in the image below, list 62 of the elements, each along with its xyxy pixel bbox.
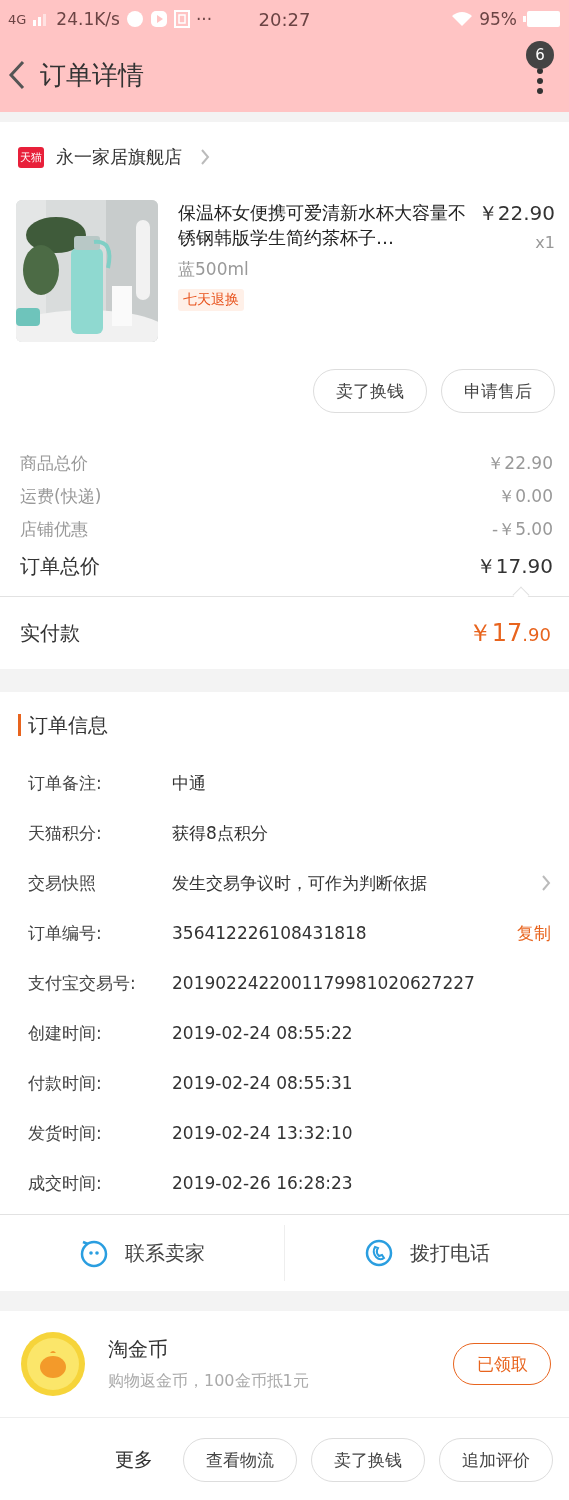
price-label: 商品总价: [20, 452, 88, 475]
price-value: ￥17.90: [475, 552, 553, 580]
info-value: 中通: [172, 772, 207, 794]
store-badge: 天猫: [18, 146, 44, 168]
back-icon[interactable]: [8, 60, 26, 90]
info-value: 2019-02-26 16:28:23: [172, 1172, 354, 1194]
battery-icon: [523, 10, 561, 28]
info-value: 2019022422001179981020627227: [172, 972, 476, 994]
info-value: 2019-02-24 08:55:31: [172, 1072, 354, 1094]
coin-icon: [20, 1331, 86, 1397]
info-label: 天猫积分:: [28, 821, 103, 845]
action-button[interactable]: 追加评价: [439, 1438, 553, 1482]
action-button[interactable]: 卖了换钱: [311, 1438, 425, 1482]
info-label: 成交时间:: [28, 1171, 103, 1195]
price-value: -￥5.00: [492, 518, 553, 541]
action-button[interactable]: 申请售后: [441, 369, 555, 413]
info-label: 订单编号:: [28, 921, 103, 945]
more-menu-icon[interactable]: [536, 67, 544, 95]
contact-button[interactable]: 联系卖家: [125, 1239, 205, 1267]
phone-icon: [364, 1238, 394, 1268]
page-title: 订单详情: [40, 58, 145, 92]
network-label: 4G: [8, 11, 27, 27]
product-variant: 蓝500ml: [178, 258, 250, 281]
info-label: 付款时间:: [28, 1071, 103, 1095]
chevron-icon: [200, 148, 210, 166]
action-button[interactable]: 卖了换钱: [313, 369, 427, 413]
info-value: 2019-02-24 08:55:22: [172, 1022, 354, 1044]
more-notifications: ···: [195, 9, 213, 29]
price-value: ￥22.90: [487, 452, 553, 475]
info-label: 发货时间:: [28, 1121, 103, 1145]
more-link[interactable]: 更多: [115, 1447, 153, 1473]
store-name[interactable]: 永一家居旗舰店: [56, 145, 182, 169]
info-label: 支付宝交易号:: [28, 971, 137, 995]
chat-icon: [79, 1238, 109, 1268]
battery-level: 95%: [479, 9, 517, 29]
paid-label: 实付款: [20, 619, 80, 647]
price-label: 订单总价: [20, 552, 100, 580]
quantity: x1: [534, 233, 555, 252]
info-value: 356412226108431818: [172, 922, 368, 944]
notification-badge: 6: [526, 41, 554, 69]
price-label: 运费(快递): [20, 485, 102, 508]
info-label: 交易快照: [28, 871, 97, 895]
return-tag: 七天退换: [178, 289, 244, 311]
info-label: 创建时间:: [28, 1021, 103, 1045]
section-title: 订单信息: [28, 711, 108, 739]
action-button[interactable]: 查看物流: [183, 1438, 297, 1482]
wifi-icon: [451, 11, 474, 27]
network-speed: 24.1K/s: [56, 9, 120, 29]
clock-time: 20:27: [258, 8, 311, 30]
product-price: ￥22.90: [477, 200, 555, 227]
info-value: 发生交易争议时，可作为判断依据: [172, 872, 428, 894]
coin-title: 淘金币: [108, 1336, 169, 1363]
info-value: 2019-02-24 13:32:10: [172, 1122, 354, 1144]
info-value: 获得8点积分: [172, 822, 269, 844]
product-title[interactable]: 保温杯女便携可爱清新水杯大容量不锈钢韩版学生简约茶杯子…: [178, 200, 470, 252]
coin-description: 购物返金币，100金币抵1元: [108, 1371, 310, 1392]
price-value: ￥0.00: [498, 485, 553, 508]
info-label: 订单备注:: [28, 771, 103, 795]
contact-button[interactable]: 拨打电话: [410, 1239, 490, 1267]
paid-amount: ￥17.90: [467, 618, 551, 649]
play-icon: [149, 10, 168, 28]
price-label: 店铺优惠: [20, 518, 88, 541]
